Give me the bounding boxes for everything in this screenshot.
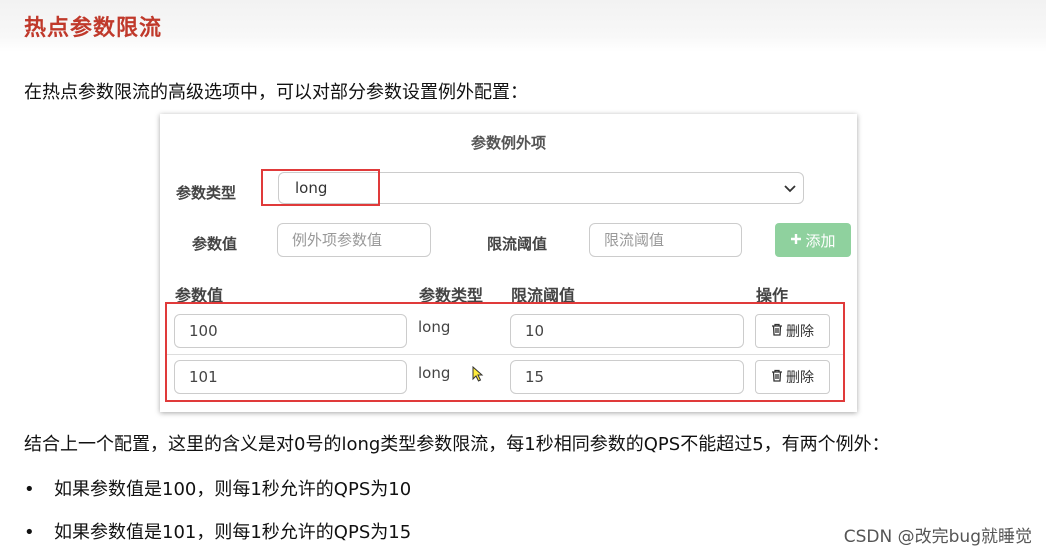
row-1-param-type: long (418, 318, 451, 336)
row-1-threshold-input[interactable] (510, 314, 744, 348)
bullet-text: 如果参数值是100，则每1秒允许的QPS为10 (54, 479, 412, 500)
plus-icon (790, 231, 802, 249)
delete-button-label: 删除 (786, 370, 814, 386)
exception-param-value-input[interactable] (277, 223, 431, 257)
row-1-delete-button[interactable]: 删除 (755, 314, 830, 348)
exception-threshold-input[interactable] (589, 223, 742, 257)
row-2-param-type: long (418, 364, 451, 382)
param-type-label: 参数类型 (176, 184, 237, 202)
param-type-highlight (261, 169, 380, 206)
row-2-threshold-input[interactable] (510, 360, 744, 394)
bullet-dot: • (24, 479, 35, 500)
chevron-down-icon (783, 179, 797, 201)
trash-icon (771, 369, 783, 386)
explanation-text: 结合上一个配置，这里的含义是对0号的long类型参数限流，每1秒相同参数的QPS… (24, 434, 890, 455)
panel-heading: 参数例外项 (470, 134, 546, 152)
row-2-param-value-input[interactable] (174, 360, 407, 394)
add-button-label: 添加 (805, 231, 836, 250)
row-1-param-value-input[interactable] (174, 314, 407, 348)
mouse-cursor-icon (472, 365, 484, 386)
param-value-label: 参数值 (192, 235, 238, 253)
bullet-text: 如果参数值是101，则每1秒允许的QPS为15 (54, 522, 412, 543)
row-divider (167, 354, 843, 355)
page-title: 热点参数限流 (24, 16, 163, 41)
bullet-item: • 如果参数值是101，则每1秒允许的QPS为15 (24, 518, 411, 544)
trash-icon (771, 323, 783, 340)
row-2-delete-button[interactable]: 删除 (755, 360, 830, 394)
watermark: CSDN @改完bug就睡觉 (843, 527, 1032, 547)
delete-button-label: 删除 (786, 324, 814, 340)
bullet-dot: • (24, 522, 35, 543)
add-button[interactable]: 添加 (775, 223, 851, 257)
threshold-label: 限流阈值 (487, 235, 548, 253)
bullet-item: • 如果参数值是100，则每1秒允许的QPS为10 (24, 475, 411, 501)
intro-text: 在热点参数限流的高级选项中，可以对部分参数设置例外配置： (24, 82, 528, 103)
